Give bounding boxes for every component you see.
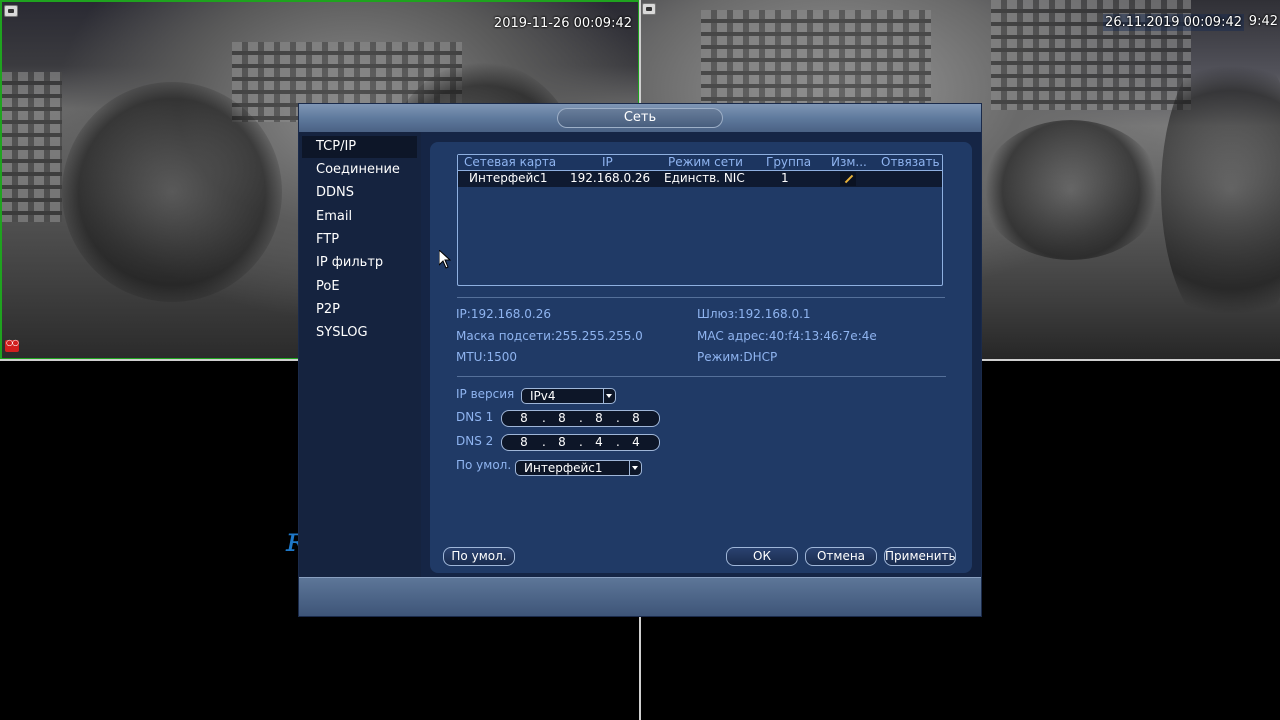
default-button[interactable]: По умол. xyxy=(443,547,515,566)
sidebar-item-ddns[interactable]: DDNS xyxy=(302,182,417,204)
default-interface-value: Интерфейс1 xyxy=(524,461,603,475)
cell-network-mode: Единств. NIC xyxy=(664,171,745,185)
dialog-title: Сеть xyxy=(557,108,723,128)
column-header-nic: Сетевая карта xyxy=(464,155,557,169)
dns1-octet-2[interactable]: 8 xyxy=(552,411,572,426)
table-header: Сетевая карта IP Режим сети Группа Изм..… xyxy=(458,155,942,171)
info-mtu: MTU:1500 xyxy=(456,350,518,364)
camera-icon xyxy=(4,5,18,17)
sidebar-item-email[interactable]: Email xyxy=(302,206,417,228)
sidebar-item-p2p[interactable]: P2P xyxy=(302,299,417,321)
network-dialog: Сеть TCP/IP Соединение DDNS Email FTP IP… xyxy=(299,104,981,616)
camera-2-timestamp: 26.11.2019 00:09:42 xyxy=(1103,14,1244,31)
column-header-unbind: Отвязать xyxy=(881,155,940,169)
sidebar-item-ip-filter[interactable]: IP фильтр xyxy=(302,252,417,274)
sidebar-item-connection[interactable]: Соединение xyxy=(302,159,417,181)
nic-table: Сетевая карта IP Режим сети Группа Изм..… xyxy=(457,154,943,286)
column-header-ip: IP xyxy=(602,155,613,169)
cell-nic: Интерфейс1 xyxy=(469,171,548,185)
camera-icon xyxy=(642,3,656,15)
dns2-octet-4[interactable]: 4 xyxy=(626,435,646,450)
tcpip-panel: Сетевая карта IP Режим сети Группа Изм..… xyxy=(430,142,972,573)
dns2-octet-2[interactable]: 8 xyxy=(552,435,572,450)
car xyxy=(981,120,1161,260)
ok-button[interactable]: ОК xyxy=(726,547,798,566)
dns1-octet-4[interactable]: 8 xyxy=(626,411,646,426)
sidebar-item-tcpip[interactable]: TCP/IP xyxy=(302,136,417,158)
cancel-button[interactable]: Отмена xyxy=(805,547,877,566)
default-interface-select[interactable]: Интерфейс1 xyxy=(515,460,642,476)
column-header-edit: Изм... xyxy=(831,155,867,169)
camera-2-timestamp-overlap: 9:42 xyxy=(1248,14,1278,29)
cell-group: 1 xyxy=(781,171,789,185)
chevron-down-icon xyxy=(603,389,615,403)
dns2-label: DNS 2 xyxy=(456,434,494,448)
dns1-label: DNS 1 xyxy=(456,410,494,424)
building xyxy=(701,10,931,105)
tree xyxy=(62,82,282,302)
dns2-octet-1[interactable]: 8 xyxy=(514,435,534,450)
chevron-down-icon xyxy=(629,461,641,475)
column-header-network-mode: Режим сети xyxy=(668,155,743,169)
column-header-group: Группа xyxy=(766,155,812,169)
sidebar-item-ftp[interactable]: FTP xyxy=(302,229,417,251)
dialog-footer xyxy=(299,577,981,616)
info-ip: IP:192.168.0.26 xyxy=(456,307,551,321)
sidebar-item-syslog[interactable]: SYSLOG xyxy=(302,322,417,344)
divider xyxy=(457,297,945,298)
default-interface-label: По умол. xyxy=(456,458,512,472)
info-gateway: Шлюз:192.168.0.1 xyxy=(697,307,811,321)
dns1-octet-1[interactable]: 8 xyxy=(514,411,534,426)
settings-sidebar: TCP/IP Соединение DDNS Email FTP IP филь… xyxy=(299,132,421,578)
apply-button[interactable]: Применить xyxy=(884,547,956,566)
edit-icon[interactable] xyxy=(840,172,856,186)
dns1-octet-3[interactable]: 8 xyxy=(589,411,609,426)
ip-version-label: IP версия xyxy=(456,387,515,401)
camera-1-timestamp: 2019-11-26 00:09:42 xyxy=(493,16,632,31)
sidebar-item-poe[interactable]: PoE xyxy=(302,276,417,298)
table-row[interactable]: Интерфейс1 192.168.0.26 Единств. NIC 1 xyxy=(458,171,942,187)
divider xyxy=(457,376,946,377)
record-icon xyxy=(5,338,19,352)
dns2-octet-3[interactable]: 4 xyxy=(589,435,609,450)
dns1-field[interactable]: 8 . 8 . 8 . 8 xyxy=(501,410,660,427)
mouse-pointer-icon xyxy=(439,250,451,269)
ip-version-value: IPv4 xyxy=(530,389,556,403)
info-mode: Режим:DHCP xyxy=(697,350,778,364)
dialog-header[interactable]: Сеть xyxy=(299,104,981,132)
ip-version-select[interactable]: IPv4 xyxy=(521,388,616,404)
building xyxy=(2,72,62,222)
cell-ip: 192.168.0.26 xyxy=(570,171,651,185)
dns2-field[interactable]: 8 . 8 . 4 . 4 xyxy=(501,434,660,451)
info-mac-address: MAC адрес:40:f4:13:46:7e:4e xyxy=(697,329,877,343)
info-subnet-mask: Маска подсети:255.255.255.0 xyxy=(456,329,643,343)
